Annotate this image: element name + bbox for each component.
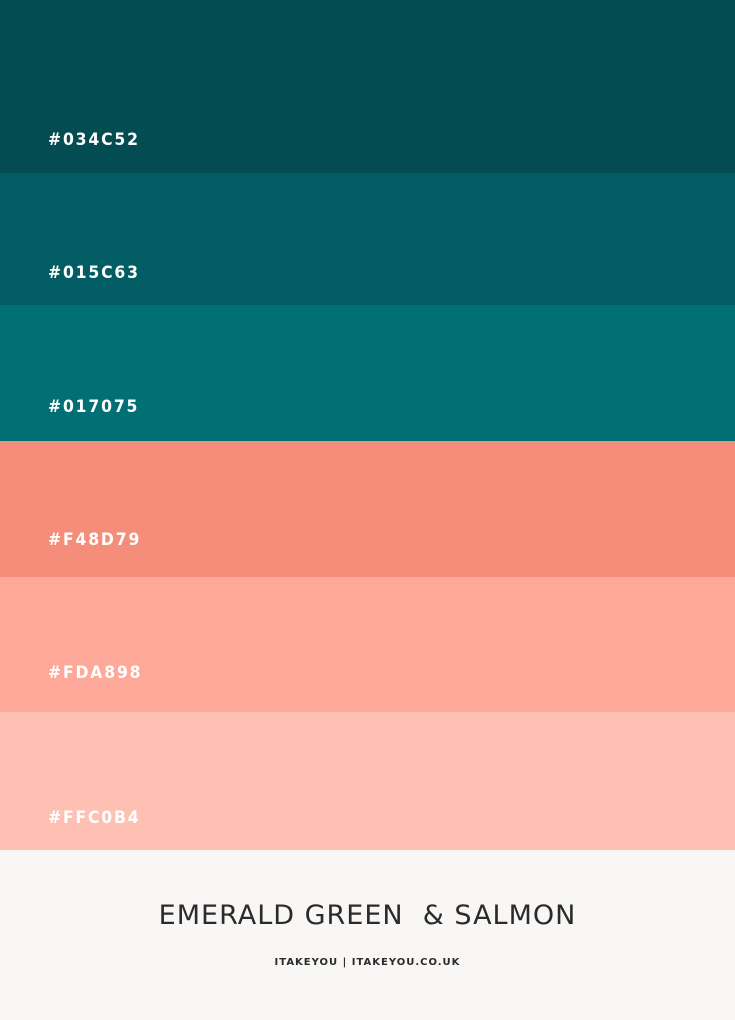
- swatch-hex-label: #017075: [48, 397, 140, 417]
- color-swatch-5: #FDA898: [0, 577, 735, 712]
- color-swatch-2: #015C63: [0, 173, 735, 305]
- swatch-hex-label: #FFC0B4: [48, 808, 141, 828]
- swatch-hex-label: #034C52: [48, 130, 140, 150]
- color-swatch-1: #034C52: [0, 0, 735, 173]
- swatch-hex-label: #015C63: [48, 263, 140, 283]
- credit-text: ITAKEYOU | ITAKEYOU.CO.UK: [274, 957, 461, 968]
- palette-footer: EMERALD GREEN & SALMON ITAKEYOU | ITAKEY…: [0, 850, 735, 1020]
- palette-title: EMERALD GREEN & SALMON: [158, 900, 577, 931]
- color-swatch-3: #017075: [0, 305, 735, 441]
- swatch-hex-label: #FDA898: [48, 663, 143, 683]
- swatch-hex-label: #F48D79: [48, 530, 142, 550]
- color-swatch-6: #FFC0B4: [0, 712, 735, 850]
- color-swatch-4: #F48D79: [0, 441, 735, 577]
